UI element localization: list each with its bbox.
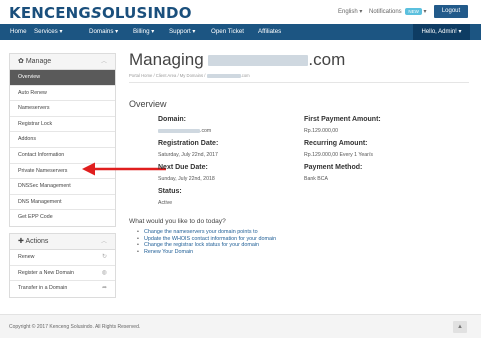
link-change-registrar-lock[interactable]: Change the registrar lock status for you… (137, 242, 276, 249)
footer: Copyright © 2017 Kenceng Solusindo. All … (0, 314, 481, 338)
sidebar-item-registrar-lock[interactable]: Registrar Lock (10, 117, 115, 133)
brand-logo[interactable]: KENCENGSOLUSINDO (9, 4, 192, 22)
page-title: Managing .com (129, 50, 346, 69)
recurring-amount-value: Rp.129.000,00 Every 1 Year/s (304, 152, 373, 158)
sidebar-item-addons[interactable]: Addons (10, 132, 115, 148)
red-arrow-icon (82, 162, 166, 176)
breadcrumb-portal-home[interactable]: Portal Home (129, 73, 152, 78)
copyright-text: Copyright © 2017 Kenceng Solusindo. All … (9, 324, 141, 330)
redacted-domain (158, 128, 200, 133)
status-value: Active (158, 200, 173, 206)
language-selector[interactable]: English ▾ (338, 8, 362, 15)
recurring-amount-label: Recurring Amount: (304, 140, 368, 147)
notifications-badge: NEW (405, 8, 422, 15)
breadcrumb-separator: / (177, 73, 179, 78)
actions-panel: ✚ Actions ︿ Renew ↻ Register a New Domai… (9, 233, 116, 298)
registration-date-label: Registration Date: (158, 140, 219, 147)
breadcrumb: Portal Home / Client Area / My Domains /… (129, 73, 250, 78)
next-due-date-label: Next Due Date: (158, 164, 208, 171)
chevron-down-icon: ▾ (423, 9, 427, 15)
notifications-menu[interactable]: Notifications NEW ▾ (369, 8, 427, 15)
breadcrumb-separator: / (153, 73, 155, 78)
nav-services[interactable]: Services ▾ (34, 28, 63, 35)
todo-list: Change the nameservers your domain point… (137, 229, 276, 255)
chevron-up-icon[interactable]: ︿ (101, 234, 107, 250)
manage-panel-title: Manage (25, 58, 52, 65)
actions-panel-header[interactable]: ✚ Actions ︿ (10, 234, 115, 250)
breadcrumb-current: .com (240, 73, 250, 78)
first-payment-label: First Payment Amount: (304, 116, 381, 123)
nav-home[interactable]: Home (10, 28, 27, 35)
action-renew-label: Renew (18, 254, 35, 260)
sidebar-item-get-epp-code[interactable]: Get EPP Code (10, 210, 115, 226)
link-update-whois[interactable]: Update the WHOIS contact information for… (137, 236, 276, 243)
action-register-label: Register a New Domain (18, 269, 74, 276)
action-register-domain[interactable]: Register a New Domain ◍ (10, 266, 115, 282)
nav-support[interactable]: Support ▾ (169, 28, 196, 35)
action-transfer-label: Transfer in a Domain (18, 285, 68, 292)
status-label: Status: (158, 188, 182, 195)
chevron-up-icon[interactable]: ︿ (101, 54, 107, 70)
main-nav: Home Services ▾ Domains ▾ Billing ▾ Supp… (0, 24, 481, 40)
breadcrumb-my-domains[interactable]: My Domains (180, 73, 203, 78)
first-payment-value: Rp.129.000,00 (304, 128, 339, 134)
redacted-domain (206, 73, 241, 78)
back-to-top-button[interactable]: ▲ (453, 321, 467, 333)
nav-domains[interactable]: Domains ▾ (89, 28, 118, 35)
payment-method-value: Bank BCA (304, 176, 328, 182)
chevron-up-icon: ▲ (457, 324, 463, 330)
domain-value: .com (158, 128, 211, 134)
account-menu[interactable]: Hello, Admin! ▾ (413, 24, 470, 40)
logout-button[interactable]: Logout (434, 5, 468, 18)
action-transfer-domain[interactable]: Transfer in a Domain ➦ (10, 281, 115, 297)
overview-heading: Overview (129, 99, 167, 109)
plus-icon: ✚ (18, 238, 24, 245)
next-due-date-value: Sunday, July 22nd, 2018 (158, 176, 215, 182)
share-arrow-icon: ➦ (101, 285, 107, 292)
registration-date-value: Saturday, July 22nd, 2017 (158, 152, 218, 158)
sidebar-item-dnssec-management[interactable]: DNSSec Management (10, 179, 115, 195)
sidebar-item-auto-renew[interactable]: Auto Renew (10, 86, 115, 102)
divider (129, 82, 469, 83)
nav-open-ticket[interactable]: Open Ticket (211, 28, 244, 35)
link-renew-domain[interactable]: Renew Your Domain (137, 249, 276, 256)
nav-affiliates[interactable]: Affiliates (258, 28, 281, 35)
action-renew[interactable]: Renew ↻ (10, 250, 115, 266)
refresh-icon: ↻ (101, 254, 107, 260)
breadcrumb-client-area[interactable]: Client Area (156, 73, 176, 78)
nav-billing[interactable]: Billing ▾ (133, 28, 154, 35)
redacted-domain (208, 55, 309, 67)
globe-icon: ◍ (101, 269, 107, 276)
sidebar-item-dns-management[interactable]: DNS Management (10, 195, 115, 211)
gear-icon: ✿ (18, 58, 24, 65)
notifications-label: Notifications (369, 9, 402, 15)
logo-swoosh: S (90, 4, 102, 22)
manage-panel-header[interactable]: ✿ Manage ︿ (10, 54, 115, 70)
sidebar-item-overview[interactable]: Overview (10, 70, 115, 86)
sidebar-item-nameservers[interactable]: Nameservers (10, 101, 115, 117)
todo-heading: What would you like to do today? (129, 218, 226, 225)
manage-panel: ✿ Manage ︿ Overview Auto Renew Nameserve… (9, 53, 116, 227)
actions-panel-title: Actions (25, 238, 49, 245)
domain-label: Domain: (158, 116, 186, 123)
breadcrumb-separator: / (204, 73, 206, 78)
top-bar: KENCENGSOLUSINDO English ▾ Notifications… (0, 0, 481, 24)
payment-method-label: Payment Method: (304, 164, 363, 171)
link-change-nameservers[interactable]: Change the nameservers your domain point… (137, 229, 276, 236)
